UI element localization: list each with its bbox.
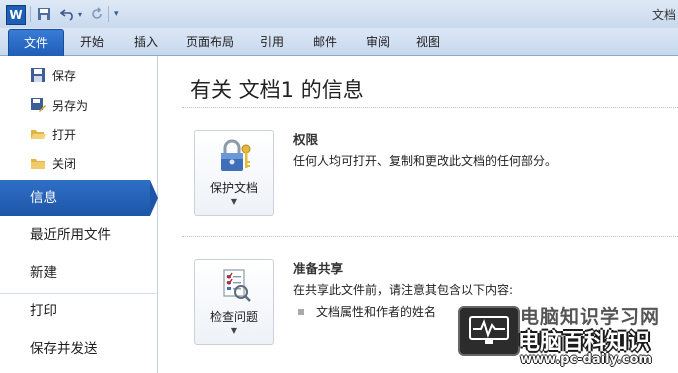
backstage-save[interactable]: 保存 (0, 62, 157, 88)
undo-icon[interactable] (60, 5, 76, 23)
tab-home[interactable]: 开始 (72, 31, 112, 53)
repeat-icon[interactable] (90, 5, 104, 23)
prepare-bullet: 文档属性和作者的姓名 (298, 303, 436, 320)
backstage-new-label: 新建 (30, 265, 57, 281)
backstage-open-label: 打开 (52, 128, 77, 142)
backstage-save-as-label: 另存为 (52, 99, 89, 113)
watermark-url: www.pc-daily.com (520, 352, 652, 367)
quick-access-separator (30, 6, 31, 22)
undo-dropdown-icon[interactable]: ▾ (78, 5, 82, 23)
page-title: 有关 文档1 的信息 (190, 78, 364, 102)
save-icon (30, 67, 46, 83)
tab-insert[interactable]: 插入 (126, 31, 166, 53)
tab-review[interactable]: 审阅 (358, 31, 398, 53)
prepare-bullet-text: 文档属性和作者的姓名 (316, 305, 437, 319)
permissions-title: 权限 (293, 132, 319, 147)
chevron-down-icon-2: ▼ (230, 326, 238, 335)
protect-document-label: 保护文档 (209, 181, 258, 195)
bullet-square-icon (298, 308, 304, 315)
check-issues-button[interactable]: 检查问题 ▼ (194, 259, 274, 345)
backstage-new[interactable]: 新建 (0, 255, 150, 291)
backstage-print[interactable]: 打印 (0, 293, 150, 329)
backstage-info[interactable]: 信息 (0, 180, 158, 216)
monitor-logo-icon (458, 306, 520, 356)
backstage-info-label: 信息 (30, 190, 57, 206)
open-folder-icon (30, 126, 46, 142)
backstage-recent[interactable]: 最近所用文件 (0, 217, 150, 253)
backstage-save-as[interactable]: 另存为 (0, 92, 157, 118)
backstage-recent-label: 最近所用文件 (30, 227, 111, 243)
backstage-close[interactable]: 关闭 (0, 150, 157, 176)
prepare-title: 准备共享 (293, 261, 344, 276)
tab-page-layout[interactable]: 页面布局 (178, 31, 242, 53)
tab-view[interactable]: 视图 (408, 31, 448, 53)
word-app-icon[interactable]: W (6, 5, 26, 25)
check-issues-label: 检查问题 (209, 310, 258, 324)
watermark: 电脑知识学习网 电脑百科知识 www.pc-daily.com (454, 298, 678, 373)
backstage-open[interactable]: 打开 (0, 121, 157, 147)
lock-key-icon (217, 139, 253, 173)
dotted-divider-2 (182, 236, 678, 237)
quick-save-icon[interactable] (37, 5, 51, 23)
dotted-divider (182, 107, 678, 108)
ribbon-tab-bar: 文件 开始 插入 页面布局 引用 邮件 审阅 视图 (0, 28, 678, 56)
backstage-save-label: 保存 (52, 69, 77, 83)
permissions-description: 任何人均可打开、复制和更改此文档的任何部分。 (293, 154, 558, 168)
selected-arrow (150, 180, 158, 216)
close-folder-icon (30, 155, 46, 171)
backstage-close-label: 关闭 (52, 157, 77, 171)
save-as-icon (30, 97, 46, 113)
chevron-down-icon: ▼ (230, 197, 238, 206)
tab-mailings[interactable]: 邮件 (305, 31, 345, 53)
title-bar: W ▾ ▾ 文档 (0, 0, 678, 28)
backstage-print-label: 打印 (30, 303, 57, 319)
quick-access-separator-2 (108, 6, 109, 22)
backstage-save-send-label: 保存并发送 (30, 341, 98, 357)
tab-file[interactable]: 文件 (8, 29, 64, 56)
customize-quick-access-icon[interactable]: ▾ (114, 5, 119, 23)
window-title: 文档 (651, 8, 676, 22)
backstage-save-send[interactable]: 保存并发送 (0, 331, 150, 367)
prepare-description: 在共享此文件前，请注意其包含以下内容: (293, 283, 514, 297)
inspect-document-icon (217, 268, 253, 302)
backstage-nav: 保存 另存为 打开 关闭 信息 最近所用文件 新建 打印 保存并发送 (0, 56, 158, 373)
protect-document-button[interactable]: 保护文档 ▼ (194, 130, 274, 216)
tab-references[interactable]: 引用 (254, 31, 290, 53)
